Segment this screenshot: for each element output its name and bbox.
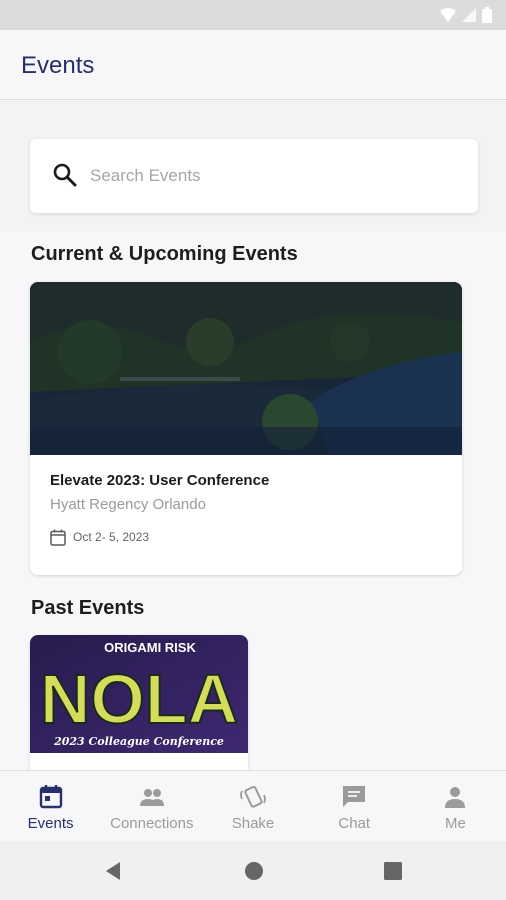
- nav-label-shake: Shake: [231, 815, 275, 832]
- event-card[interactable]: Elevate 2023: User Conference Hyatt Rege…: [30, 282, 462, 575]
- event-date: Oct 2- 5, 2023: [73, 530, 150, 544]
- calendar-icon: [50, 529, 66, 546]
- banner-title: NOLA: [40, 660, 238, 738]
- past-event-banner: ORIGAMI RISK NOLA 2023 Colleague Confere…: [30, 635, 248, 753]
- nav-item-events[interactable]: Events: [0, 771, 101, 841]
- search-icon: [53, 163, 77, 187]
- person-icon: [445, 787, 466, 808]
- search-input[interactable]: [90, 161, 450, 191]
- home-icon[interactable]: [243, 860, 265, 882]
- system-nav-bar: [0, 841, 506, 900]
- event-image: [30, 282, 462, 455]
- nav-label-connections: Connections: [110, 815, 194, 832]
- section-title-current: Current & Upcoming Events: [31, 243, 298, 265]
- past-event-card[interactable]: ORIGAMI RISK NOLA 2023 Colleague Confere…: [30, 635, 248, 775]
- nav-item-me[interactable]: Me: [405, 771, 506, 841]
- shake-icon: [240, 785, 266, 808]
- status-icons: [440, 7, 492, 23]
- back-icon[interactable]: [102, 860, 124, 882]
- recents-icon[interactable]: [382, 860, 404, 882]
- event-venue: Hyatt Regency Orlando: [50, 496, 206, 513]
- search-box[interactable]: [30, 139, 478, 213]
- chat-icon: [343, 786, 366, 807]
- app-bar: Events: [0, 30, 506, 100]
- page-title: Events: [21, 52, 95, 79]
- banner-brand: ORIGAMI RISK: [104, 640, 196, 655]
- event-name: Elevate 2023: User Conference: [50, 472, 270, 489]
- battery-icon: [482, 7, 492, 23]
- cellular-icon: [462, 8, 476, 22]
- search-section: [0, 101, 506, 231]
- calendar-icon: [39, 785, 62, 809]
- banner-subtitle: 2023 Colleague Conference: [53, 735, 224, 748]
- nav-label-events: Events: [27, 815, 74, 832]
- status-bar: [0, 0, 506, 30]
- nav-item-shake[interactable]: Shake: [202, 771, 303, 841]
- section-title-past: Past Events: [31, 597, 145, 619]
- nav-label-chat: Chat: [338, 815, 371, 832]
- nav-label-me: Me: [444, 815, 466, 832]
- wifi-icon: [440, 8, 456, 22]
- nav-item-chat[interactable]: Chat: [304, 771, 405, 841]
- bottom-nav: Events Connections Shake Chat Me: [0, 770, 506, 841]
- people-icon: [139, 789, 164, 806]
- nav-item-connections[interactable]: Connections: [101, 771, 202, 841]
